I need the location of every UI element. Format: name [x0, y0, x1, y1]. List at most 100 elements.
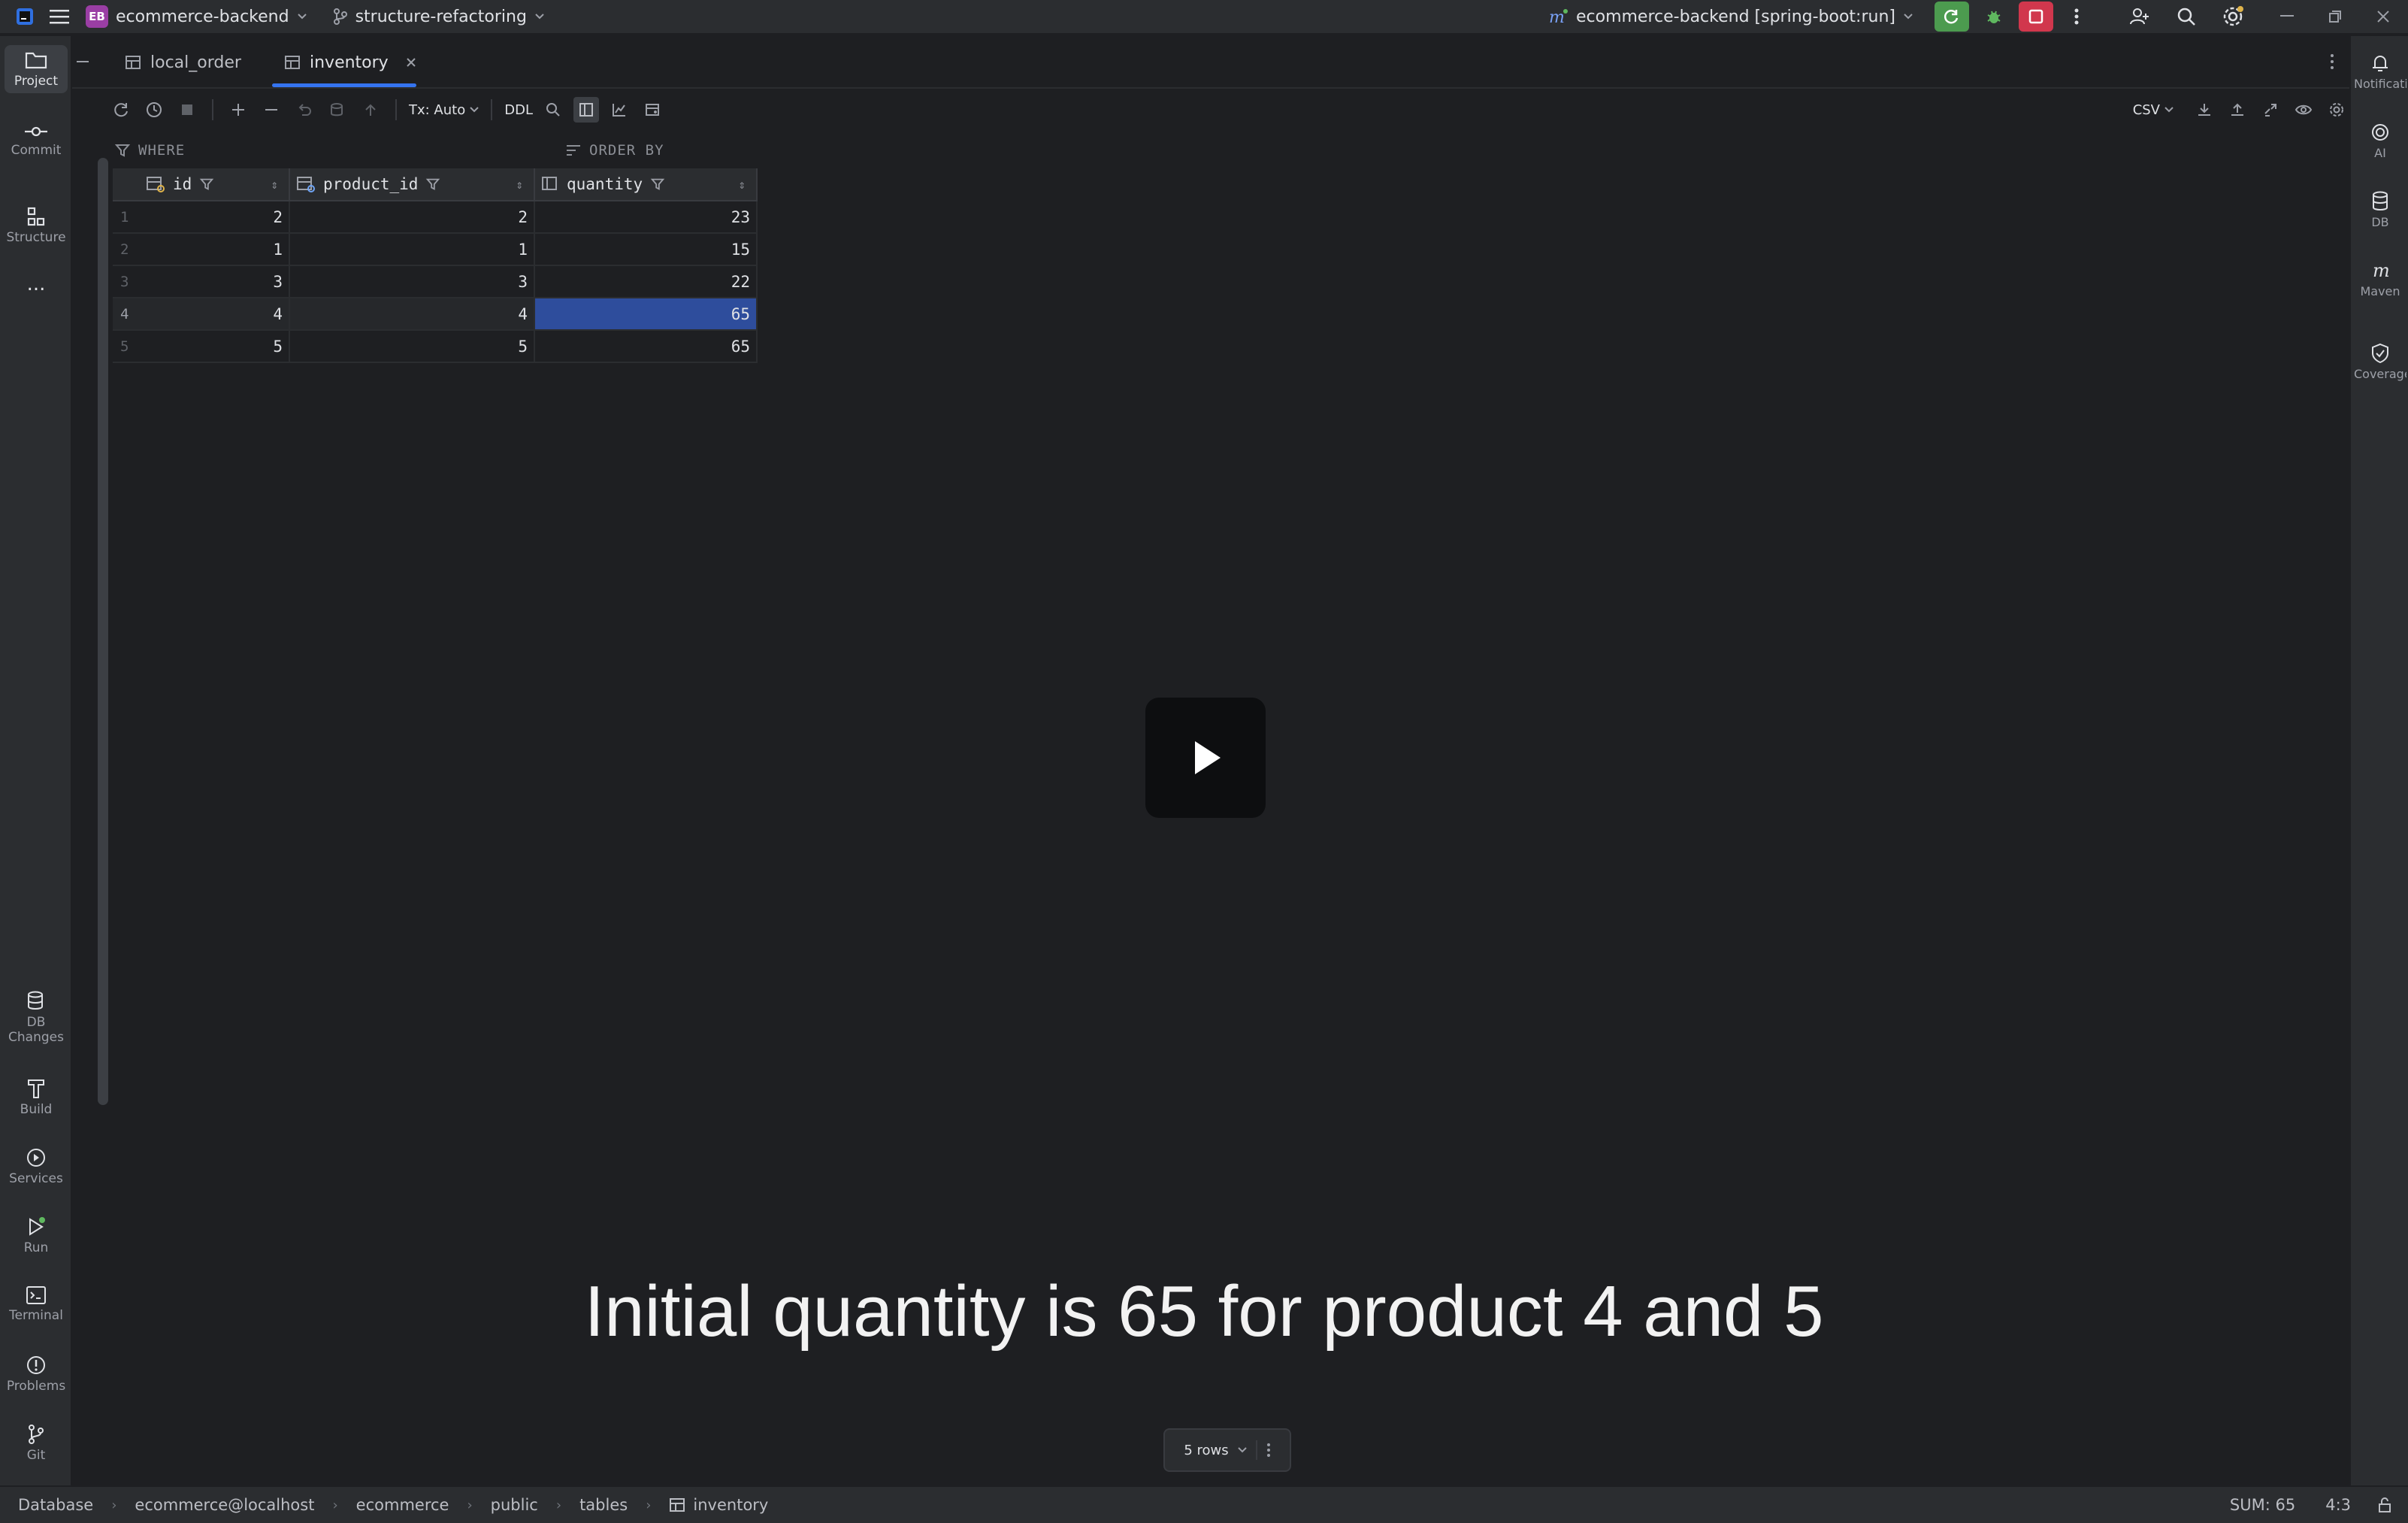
download-button[interactable] [2192, 97, 2217, 123]
cell-id[interactable]: 3 [140, 266, 290, 297]
cell-quantity[interactable]: 23 [535, 201, 758, 232]
record-view-button[interactable] [640, 97, 665, 123]
breadcrumb-item[interactable]: Database [18, 1496, 93, 1514]
where-filter[interactable]: WHERE [114, 142, 565, 159]
main-menu-icon[interactable] [42, 0, 77, 34]
breadcrumb-item[interactable]: inventory [693, 1496, 768, 1514]
run-config-selector[interactable]: m ecommerce-backend [spring-boot:run] [1547, 0, 1913, 34]
cell-quantity[interactable]: 65 [535, 331, 758, 362]
editor-scrollbar[interactable] [98, 158, 108, 1105]
stop-query-button[interactable] [174, 97, 200, 123]
breadcrumb-item[interactable]: tables [579, 1496, 628, 1514]
tool-project[interactable]: Project [5, 45, 68, 93]
cell-id[interactable]: 5 [140, 331, 290, 362]
breadcrumb-item[interactable]: ecommerce@localhost [135, 1496, 314, 1514]
tool-structure[interactable]: Structure [5, 206, 68, 245]
tool-run[interactable]: Run [5, 1216, 68, 1255]
cell-product-id[interactable]: 2 [290, 201, 535, 232]
project-selector[interactable]: EB ecommerce-backend [86, 0, 307, 34]
sort-toggle-icon[interactable]: ⇕ [738, 177, 746, 192]
ddl-button[interactable]: DDL [504, 102, 533, 118]
tool-coverage[interactable]: Coverage [2351, 343, 2408, 381]
cell-product-id[interactable]: 4 [290, 298, 535, 329]
export-format-dropdown[interactable]: CSV [2133, 102, 2174, 118]
submit-changes-button[interactable] [325, 97, 350, 123]
tabs-more-icon[interactable] [2330, 53, 2334, 71]
tx-mode-dropdown[interactable]: Tx: Auto [409, 102, 479, 118]
video-play-button[interactable] [1145, 698, 1266, 818]
cell-quantity[interactable]: 22 [535, 266, 758, 297]
column-name: quantity [567, 175, 643, 193]
filter-icon[interactable] [199, 177, 214, 192]
column-header-id[interactable]: id ⇕ [140, 168, 290, 200]
branch-selector[interactable]: structure-refactoring [333, 0, 545, 34]
sort-toggle-icon[interactable]: ⇕ [271, 177, 278, 192]
table-row[interactable]: 3 3 3 22 [113, 266, 758, 298]
rerun-button[interactable] [1935, 2, 1969, 32]
column-header-quantity[interactable]: quantity ⇕ [535, 168, 758, 200]
add-row-button[interactable] [225, 97, 251, 123]
cell-id[interactable]: 1 [140, 234, 290, 265]
more-options-icon[interactable] [1266, 1443, 1271, 1458]
stop-button[interactable] [2019, 2, 2053, 32]
compare-button[interactable] [2258, 97, 2283, 123]
close-tab-icon[interactable] [405, 56, 417, 68]
tab-inventory[interactable]: inventory [284, 36, 417, 89]
table-row[interactable]: 2 1 1 15 [113, 234, 758, 266]
breadcrumb-item[interactable]: ecommerce [356, 1496, 449, 1514]
collapse-button[interactable] [74, 53, 92, 71]
tool-commit[interactable]: Commit [5, 123, 68, 158]
cell-product-id[interactable]: 1 [290, 234, 535, 265]
tool-db[interactable]: DB [2351, 191, 2408, 229]
grid-view-button[interactable] [573, 97, 599, 123]
tool-problems[interactable]: Problems [5, 1355, 68, 1394]
tab-local-order[interactable]: local_order [125, 36, 241, 89]
minimize-icon[interactable] [2270, 0, 2304, 34]
order-by-filter[interactable]: ORDER BY [565, 142, 664, 159]
lock-icon[interactable] [2376, 1497, 2393, 1513]
sort-toggle-icon[interactable]: ⇕ [516, 177, 523, 192]
cell-id[interactable]: 4 [140, 298, 290, 329]
cell-id[interactable]: 2 [140, 201, 290, 232]
close-window-icon[interactable] [2366, 0, 2400, 34]
filter-icon[interactable] [650, 177, 665, 192]
column-header-product-id[interactable]: product_id ⇕ [290, 168, 535, 200]
app-logo-icon[interactable] [8, 0, 42, 34]
tool-more[interactable]: ... [5, 274, 68, 294]
refresh-button[interactable] [108, 97, 134, 123]
tool-notifications[interactable]: Notifications [2351, 53, 2408, 91]
cursor-position[interactable]: 4:3 [2325, 1496, 2351, 1514]
table-row-selected[interactable]: 4 4 4 65 [113, 298, 758, 331]
tool-build[interactable]: Build [5, 1078, 68, 1117]
debug-button[interactable] [1977, 2, 2011, 32]
cell-product-id[interactable]: 3 [290, 266, 535, 297]
cell-quantity[interactable]: 15 [535, 234, 758, 265]
tool-git[interactable]: Git [5, 1424, 68, 1463]
delete-row-button[interactable] [259, 97, 284, 123]
selection-sum[interactable]: SUM: 65 [2230, 1496, 2295, 1514]
push-button[interactable] [358, 97, 383, 123]
tool-ai[interactable]: AI [2351, 122, 2408, 160]
breadcrumb-item[interactable]: public [491, 1496, 538, 1514]
tool-db-changes[interactable]: DB Changes [5, 991, 68, 1045]
settings-icon[interactable] [2216, 0, 2250, 34]
history-button[interactable] [141, 97, 167, 123]
table-row[interactable]: 1 2 2 23 [113, 201, 758, 234]
rows-count-pill[interactable]: 5 rows [1163, 1428, 1291, 1472]
view-options-button[interactable] [2291, 97, 2316, 123]
cell-product-id[interactable]: 5 [290, 331, 535, 362]
cell-quantity-selected[interactable]: 65 [535, 298, 758, 329]
find-button[interactable] [540, 97, 566, 123]
tool-maven[interactable]: m Maven [2351, 260, 2408, 298]
filter-icon[interactable] [425, 177, 440, 192]
tool-services[interactable]: Services [5, 1147, 68, 1186]
search-icon[interactable] [2169, 0, 2204, 34]
revert-button[interactable] [292, 97, 317, 123]
grid-settings-button[interactable] [2324, 97, 2349, 123]
chart-view-button[interactable] [607, 97, 632, 123]
table-row[interactable]: 5 5 5 65 [113, 331, 758, 363]
add-user-icon[interactable] [2122, 0, 2157, 34]
upload-button[interactable] [2225, 97, 2250, 123]
more-actions-icon[interactable] [2059, 0, 2094, 34]
restore-icon[interactable] [2318, 0, 2352, 34]
